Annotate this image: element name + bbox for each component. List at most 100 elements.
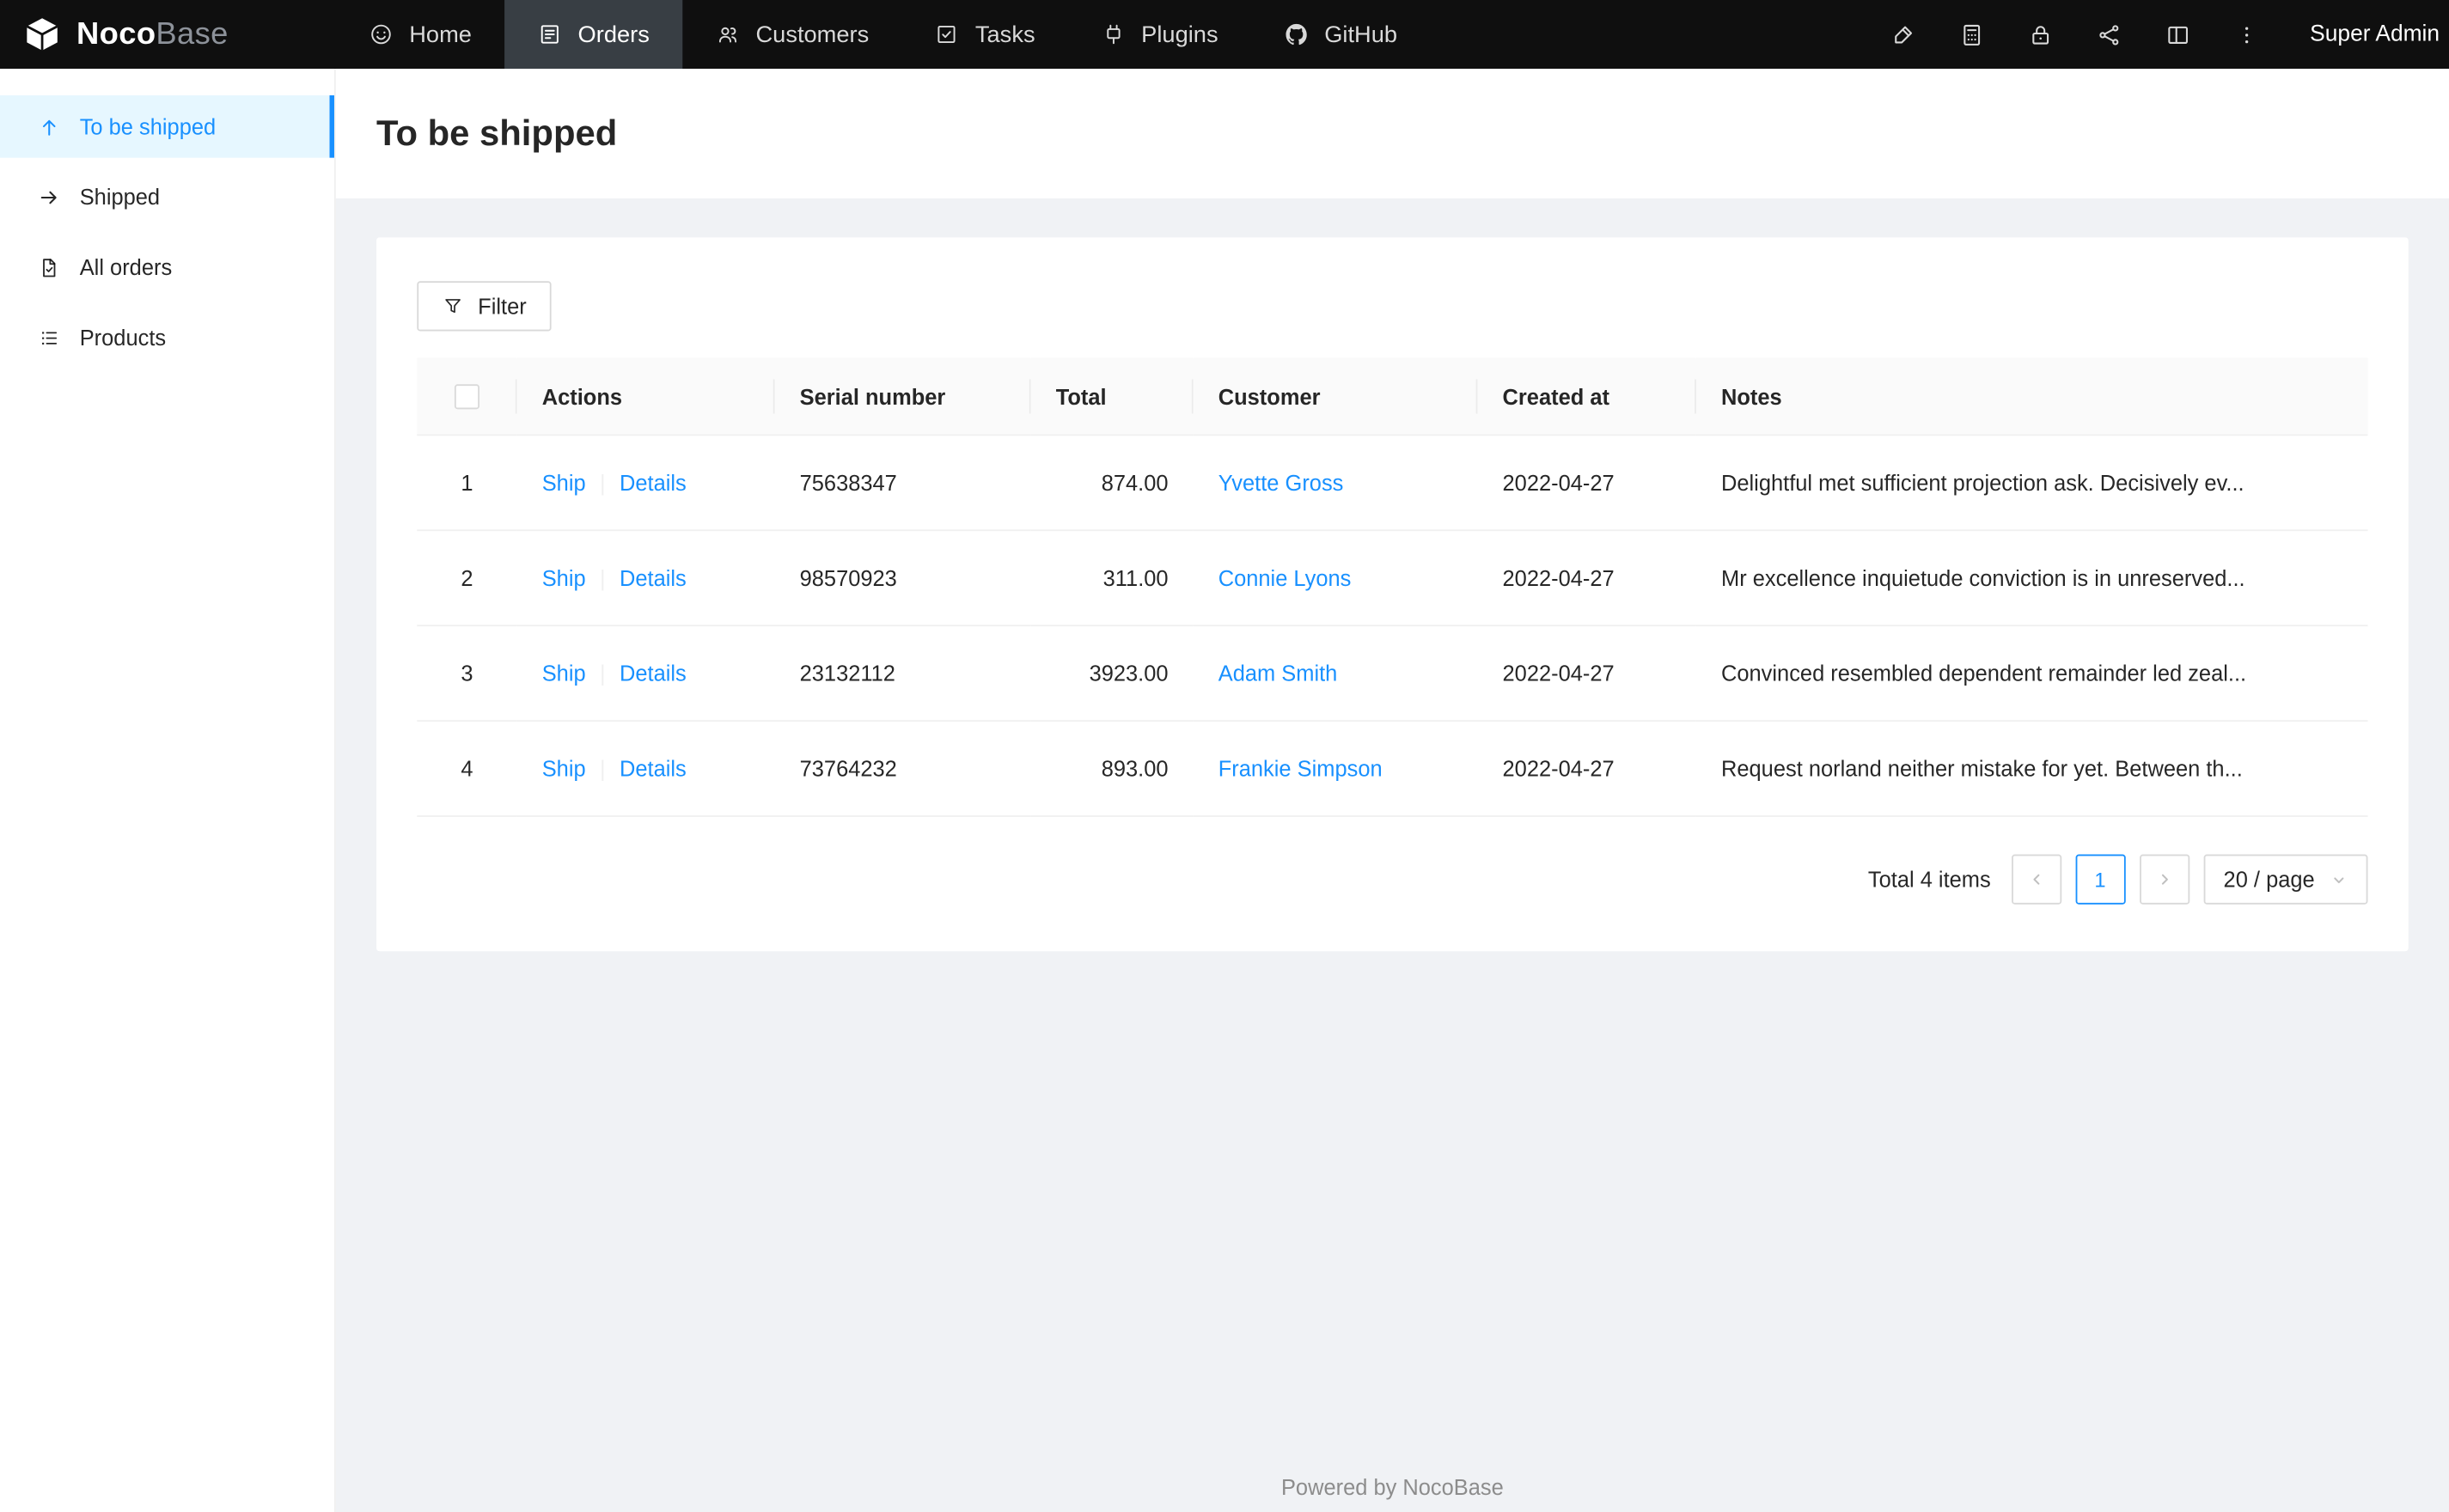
details-link[interactable]: Details: [620, 662, 687, 686]
sidebar-item-shipped[interactable]: Shipped: [0, 166, 334, 229]
list-icon: [38, 326, 61, 349]
brand-name: NocoBase: [76, 16, 229, 52]
nav-item-tasks[interactable]: Tasks: [901, 0, 1067, 69]
highlighter-icon[interactable]: [1870, 0, 1939, 69]
nav-item-plugins[interactable]: Plugins: [1068, 0, 1251, 69]
orders-card: Filter Actions Serial number Total Custo…: [376, 237, 2409, 952]
created-at-cell: 2022-04-27: [1477, 530, 1696, 627]
brand-logo[interactable]: NocoBase: [0, 0, 336, 69]
row-index: 3: [417, 625, 517, 722]
sidebar-item-to-be-shipped[interactable]: To be shipped: [0, 94, 334, 158]
layout-icon[interactable]: [2145, 0, 2214, 69]
action-divider: |: [600, 756, 606, 782]
customers-icon: [715, 21, 740, 46]
row-index: 4: [417, 721, 517, 818]
column-header-serial-number: Serial number: [774, 357, 1031, 436]
main-area: To be shipped Filter Actions Serial numb…: [335, 69, 2449, 1512]
brand-name-light: Base: [156, 16, 229, 52]
sidebar-item-products[interactable]: Products: [0, 306, 334, 369]
page-number-button[interactable]: 1: [2074, 855, 2126, 905]
pagination: Total 4 items 1 20 / page: [417, 855, 2368, 905]
customer-link[interactable]: Yvette Gross: [1218, 471, 1344, 496]
customer-cell: Connie Lyons: [1193, 530, 1478, 627]
row-index: 2: [417, 530, 517, 627]
select-all-checkbox[interactable]: [454, 384, 480, 410]
column-header-created-at: Created at: [1477, 357, 1696, 436]
page-title: To be shipped: [376, 112, 618, 154]
nav-item-label: Home: [409, 21, 472, 48]
serial-number-cell: 73764232: [774, 721, 1031, 818]
more-icon[interactable]: [2213, 0, 2281, 69]
navbar-spacer: [1430, 0, 1869, 69]
table-row: 1 Ship | Details 75638347 874.00 Yvette Gr…: [417, 435, 2368, 532]
smile-icon: [369, 21, 394, 46]
sidebar-item-label: Shipped: [79, 184, 161, 210]
details-link[interactable]: Details: [620, 471, 687, 496]
navbar-actions: [1870, 0, 2282, 69]
notes-cell: Convinced resembled dependent remainder …: [1695, 625, 2368, 722]
nav-item-label: Plugins: [1141, 21, 1218, 48]
prev-page-button[interactable]: [2011, 855, 2061, 905]
filter-icon: [442, 296, 463, 317]
share-icon[interactable]: [2076, 0, 2145, 69]
total-cell: 874.00: [1030, 435, 1194, 532]
lock-icon[interactable]: [2007, 0, 2076, 69]
serial-number-cell: 98570923: [774, 530, 1031, 627]
nav-item-github[interactable]: GitHub: [1251, 0, 1430, 69]
sidebar-item-all-orders[interactable]: All orders: [0, 236, 334, 299]
orders-icon: [537, 21, 562, 46]
total-cell: 3923.00: [1030, 625, 1194, 722]
sidebar-item-label: Products: [79, 325, 167, 351]
column-header-actions: Actions: [516, 357, 775, 436]
calculator-icon[interactable]: [1939, 0, 2007, 69]
nav-item-label: GitHub: [1324, 21, 1398, 48]
details-link[interactable]: Details: [620, 757, 687, 782]
total-cell: 893.00: [1030, 721, 1194, 818]
notes-cell: Request norland neither mistake for yet.…: [1695, 721, 2368, 818]
brand-name-bold: Noco: [76, 16, 156, 52]
nav-item-home[interactable]: Home: [336, 0, 504, 69]
chevron-right-icon: [2155, 870, 2174, 889]
customer-link[interactable]: Connie Lyons: [1218, 566, 1352, 591]
github-icon: [1284, 21, 1309, 46]
user-menu[interactable]: Super Admin: [2281, 0, 2449, 69]
filter-button-label: Filter: [478, 293, 527, 319]
action-divider: |: [600, 661, 606, 686]
ship-link[interactable]: Ship: [542, 566, 586, 591]
table-row: 2 Ship | Details 98570923 311.00 Connie Ly…: [417, 530, 2368, 627]
nav-item-orders[interactable]: Orders: [504, 0, 683, 70]
content-area: Filter Actions Serial number Total Custo…: [336, 198, 2449, 991]
file-check-icon: [38, 255, 61, 278]
column-header-notes: Notes: [1695, 357, 2368, 436]
created-at-cell: 2022-04-27: [1477, 435, 1696, 532]
page-size-select[interactable]: 20 / page: [2202, 855, 2368, 905]
filter-button[interactable]: Filter: [417, 281, 552, 332]
action-divider: |: [600, 565, 606, 591]
page-header: To be shipped: [335, 69, 2449, 198]
nav-item-label: Tasks: [974, 21, 1035, 48]
app-window: NocoBase Home Orders Customers Tasks Plu…: [0, 0, 2449, 1512]
row-index: 1: [417, 435, 517, 532]
notes-cell: Mr excellence inquietude conviction is i…: [1695, 530, 2368, 627]
tasks-icon: [935, 21, 960, 46]
top-navbar: NocoBase Home Orders Customers Tasks Plu…: [0, 0, 2449, 70]
serial-number-cell: 75638347: [774, 435, 1031, 532]
row-actions: Ship | Details: [516, 721, 775, 818]
column-header-total: Total: [1030, 357, 1194, 436]
ship-link[interactable]: Ship: [542, 757, 586, 782]
ship-link[interactable]: Ship: [542, 662, 586, 686]
page-size-value: 20 / page: [2223, 867, 2315, 893]
nav-item-customers[interactable]: Customers: [682, 0, 901, 69]
total-cell: 311.00: [1030, 530, 1194, 627]
table-row: 4 Ship | Details 73764232 893.00 Frankie S…: [417, 721, 2368, 818]
customer-link[interactable]: Adam Smith: [1218, 662, 1338, 686]
nav-item-label: Customers: [755, 21, 870, 48]
action-divider: |: [600, 470, 606, 496]
ship-link[interactable]: Ship: [542, 471, 586, 496]
chevron-left-icon: [2027, 870, 2046, 889]
details-link[interactable]: Details: [620, 566, 687, 591]
customer-link[interactable]: Frankie Simpson: [1218, 757, 1383, 782]
next-page-button[interactable]: [2139, 855, 2189, 905]
nav-item-label: Orders: [577, 21, 650, 48]
plugin-icon: [1101, 21, 1126, 46]
